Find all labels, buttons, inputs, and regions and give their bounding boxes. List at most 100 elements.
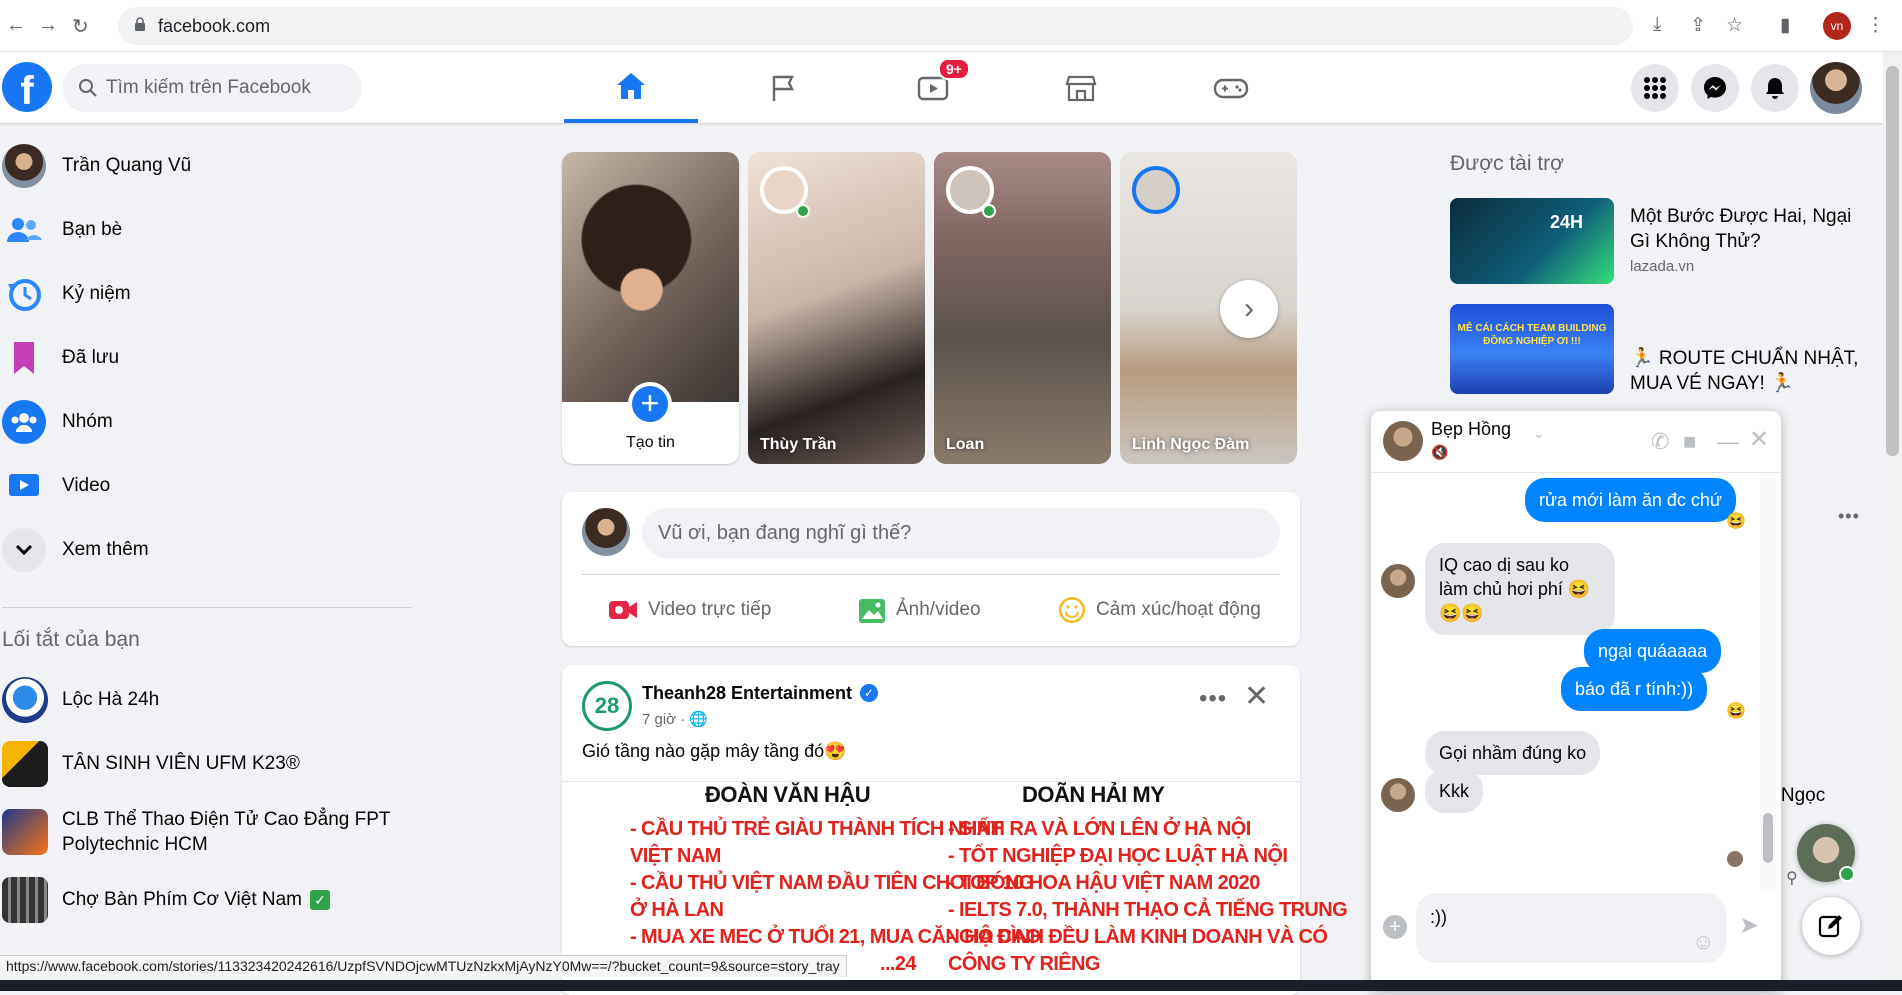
address-bar[interactable]: facebook.com xyxy=(118,7,1633,45)
shortcut-item[interactable]: Chợ Bàn Phím Cơ Việt Nam ✓ xyxy=(0,870,330,930)
marketplace-store-icon xyxy=(1065,75,1097,101)
sidebar-item-saved[interactable]: Đã lưu xyxy=(0,330,119,386)
ad-image[interactable]: MÊ CÁI CÁCH TEAM BUILDING ĐỒNG NGHIỆP ƠI… xyxy=(1450,304,1614,394)
sidebar-item-profile[interactable]: Trần Quang Vũ xyxy=(0,138,191,194)
post-timestamp[interactable]: 7 giờ · 🌐 xyxy=(642,710,708,728)
story-card[interactable]: Thùy Trần xyxy=(748,152,925,464)
live-video-button[interactable]: Video trực tiếp xyxy=(608,586,771,634)
tab-watch[interactable]: 9+ xyxy=(866,52,1000,123)
os-taskbar xyxy=(0,980,1902,991)
tab-gaming[interactable] xyxy=(1164,52,1298,123)
page-avatar[interactable]: 28 xyxy=(582,681,632,731)
plus-icon[interactable]: + xyxy=(628,382,672,426)
shortcut-item[interactable]: CLB Thể Thao Điện Tử Cao Đẳng FPT Polyte… xyxy=(0,798,392,866)
page-scrollbar[interactable] xyxy=(1883,52,1902,991)
sidebar-item-video[interactable]: Video xyxy=(0,458,110,514)
browser-profile-avatar[interactable]: vn xyxy=(1823,12,1851,40)
ad-title[interactable]: Một Bước Được Hai, Ngại Gì Không Thử? xyxy=(1630,204,1860,254)
forward-arrow-icon[interactable]: → xyxy=(38,14,58,37)
photo-video-button[interactable]: Ảnh/video xyxy=(858,586,981,634)
back-arrow-icon[interactable]: ← xyxy=(6,14,26,37)
ad-source[interactable]: lazada.vn xyxy=(1630,258,1694,275)
share-icon[interactable]: ⇪ xyxy=(1690,14,1706,37)
photo-video-label: Ảnh/video xyxy=(896,599,981,620)
image-line: - GIA ĐÌNH ĐỀU LÀM KINH DOANH VÀ CÓ xyxy=(948,926,1328,948)
menu-grid-button[interactable] xyxy=(1631,64,1679,112)
online-indicator xyxy=(796,204,810,218)
create-story-card[interactable]: + Tạo tin xyxy=(562,152,739,464)
new-message-button[interactable] xyxy=(1802,897,1860,955)
facebook-logo[interactable]: f xyxy=(2,62,52,113)
chat-header[interactable]: Bẹp Hồng 🔇 ⌄ ✆ ■ — ✕ xyxy=(1371,411,1781,473)
mute-icon: 🔇 xyxy=(1431,444,1449,460)
search-input[interactable] xyxy=(106,64,346,112)
reload-icon[interactable]: ↻ xyxy=(72,14,89,39)
shortcut-item[interactable]: Lộc Hà 24h xyxy=(0,670,159,730)
download-icon[interactable]: ⤓ xyxy=(1653,14,1661,36)
sidebar-item-memories[interactable]: Kỷ niệm xyxy=(0,266,131,322)
ad-image-text: MÊ CÁI CÁCH TEAM BUILDING ĐỒNG NGHIỆP ƠI… xyxy=(1457,323,1607,347)
post-author[interactable]: Theanh28 Entertainment xyxy=(642,683,852,704)
chevron-down-icon[interactable]: ⌄ xyxy=(1533,425,1545,442)
shortcut-thumbnail xyxy=(2,741,48,787)
tab-home[interactable] xyxy=(564,52,698,123)
ad-image[interactable]: 24H xyxy=(1450,198,1614,284)
video-call-icon[interactable]: ■ xyxy=(1683,429,1696,455)
sidebar-item-see-more[interactable]: Xem thêm xyxy=(0,522,149,578)
chat-input-value[interactable]: :)) xyxy=(1430,907,1447,928)
notifications-button[interactable] xyxy=(1751,64,1799,112)
post-composer: Video trực tiếp Ảnh/video Cảm xúc/hoạt đ… xyxy=(562,492,1300,646)
sidebar-item-label: Bạn bè xyxy=(62,219,123,240)
ad-title[interactable]: 🏃 ROUTE CHUẨN NHẬT, MUA VÉ NGAY! 🏃 xyxy=(1630,346,1860,396)
chevron-right-icon: › xyxy=(1244,292,1254,325)
group-chat-head[interactable] xyxy=(1797,824,1855,882)
chevron-down-icon xyxy=(2,528,46,572)
message-reaction: 😆 xyxy=(1726,513,1746,530)
chat-message-incoming[interactable]: IQ cao dị sau ko làm chủ hơi phí 😆😆😆 xyxy=(1425,543,1615,635)
tab-marketplace[interactable] xyxy=(1014,52,1148,123)
chat-contact-name[interactable]: Bẹp Hồng xyxy=(1431,419,1511,440)
feeling-activity-button[interactable]: Cảm xúc/hoạt động xyxy=(1058,586,1261,634)
close-icon[interactable]: ✕ xyxy=(1749,425,1769,454)
shortcut-thumbnail xyxy=(2,877,48,923)
chat-message-incoming[interactable]: Kkk xyxy=(1425,769,1484,813)
send-icon[interactable]: ➤ xyxy=(1739,911,1759,940)
sponsored-heading: Được tài trợ xyxy=(1450,152,1564,175)
search-icon[interactable]: ⚲ xyxy=(1786,868,1798,888)
stories-next-button[interactable]: › xyxy=(1220,280,1278,338)
messenger-icon xyxy=(1704,77,1726,99)
image-line: - TỐT NGHIỆP ĐẠI HỌC LUẬT HÀ NỘI xyxy=(948,845,1288,867)
side-panel-icon[interactable]: ▮ xyxy=(1780,14,1790,37)
menu-kebab-icon[interactable]: ⋮ xyxy=(1866,14,1885,37)
gamepad-icon xyxy=(1213,78,1249,98)
story-card[interactable]: Loan xyxy=(934,152,1111,464)
close-icon[interactable]: ✕ xyxy=(1244,679,1269,714)
search-box[interactable] xyxy=(62,64,362,112)
bookmark-star-icon[interactable]: ☆ xyxy=(1726,14,1743,37)
minimize-icon[interactable]: — xyxy=(1717,429,1739,455)
contacts-options-icon[interactable]: ••• xyxy=(1838,506,1860,527)
chat-input-box[interactable]: :)) ☺ xyxy=(1416,893,1726,963)
status-input[interactable] xyxy=(642,508,1280,558)
facebook-header: f 9+ xyxy=(0,52,1902,123)
add-attachment-icon[interactable]: + xyxy=(1383,915,1407,939)
sidebar-item-friends[interactable]: Bạn bè xyxy=(0,202,122,258)
shortcut-label: CLB Thể Thao Điện Tử Cao Đẳng FPT Polyte… xyxy=(62,809,391,855)
messenger-button[interactable] xyxy=(1691,64,1739,112)
image-line: VIỆT NAM xyxy=(630,845,721,867)
flag-icon xyxy=(772,75,794,101)
shortcut-item[interactable]: TÂN SINH VIÊN UFM K23® xyxy=(0,734,300,794)
account-avatar[interactable] xyxy=(1810,62,1862,114)
post-options-button[interactable]: ••• xyxy=(1199,685,1227,713)
chat-message-outgoing[interactable]: báo đã r tính:)) xyxy=(1561,667,1708,711)
chat-scrollbar[interactable] xyxy=(1760,473,1776,891)
sidebar-item-groups[interactable]: Nhóm xyxy=(0,394,113,450)
video-icon xyxy=(2,464,46,508)
profile-avatar xyxy=(2,144,46,188)
chat-message-outgoing[interactable]: rửa mới làm ăn đc chứ xyxy=(1525,478,1736,522)
shortcut-label: TÂN SINH VIÊN UFM K23® xyxy=(62,753,300,774)
chat-avatar[interactable] xyxy=(1383,421,1423,461)
tab-pages[interactable] xyxy=(716,52,850,123)
phone-icon[interactable]: ✆ xyxy=(1651,429,1669,455)
emoji-icon[interactable]: ☺ xyxy=(1692,929,1714,955)
